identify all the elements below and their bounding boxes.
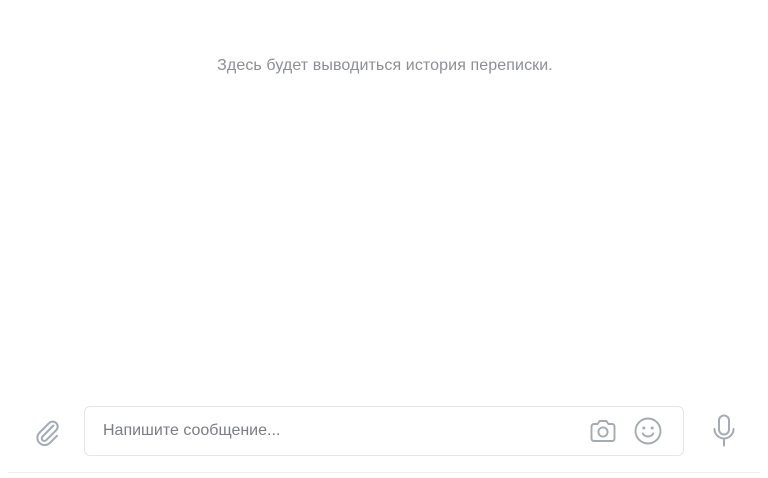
empty-history-note: Здесь будет выводиться история переписки… bbox=[217, 57, 553, 74]
message-history: Здесь будет выводиться история переписки… bbox=[0, 0, 768, 390]
message-input-box bbox=[84, 406, 684, 456]
message-input[interactable] bbox=[85, 407, 575, 455]
camera-icon bbox=[590, 420, 616, 442]
message-composer bbox=[0, 398, 768, 466]
attach-file-button[interactable] bbox=[29, 415, 65, 451]
smile-icon bbox=[634, 417, 662, 445]
bottom-divider bbox=[8, 472, 760, 473]
microphone-icon bbox=[713, 414, 735, 447]
camera-button[interactable] bbox=[587, 416, 619, 446]
paperclip-icon bbox=[36, 420, 59, 447]
chat-window: Здесь будет выводиться история переписки… bbox=[0, 0, 768, 478]
emoji-button[interactable] bbox=[633, 416, 663, 446]
voice-message-button[interactable] bbox=[706, 412, 742, 450]
